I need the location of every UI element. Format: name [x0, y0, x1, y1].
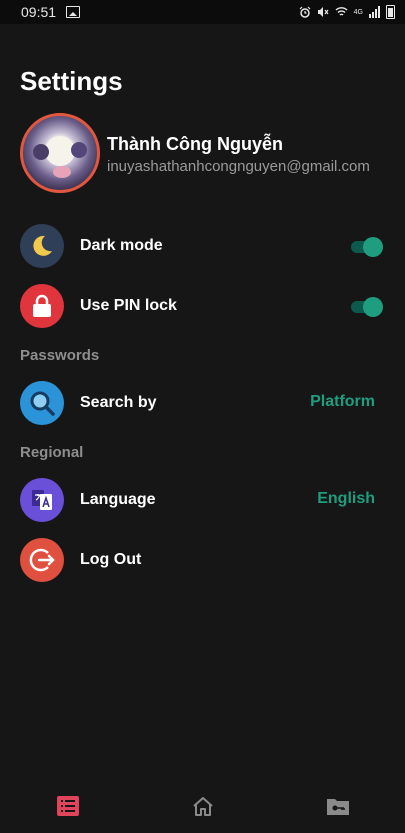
- pin-lock-label: Use PIN lock: [80, 297, 177, 314]
- home-icon: [193, 797, 213, 816]
- dark-mode-toggle[interactable]: [351, 236, 383, 257]
- language-label: Language: [80, 491, 156, 508]
- pin-lock-row[interactable]: Use PIN lock: [20, 284, 385, 330]
- wifi-icon: [335, 7, 348, 16]
- logout-label: Log Out: [80, 551, 142, 568]
- alarm-icon: [299, 6, 311, 18]
- profile-email: inuyashathanhcongnguyen@gmail.com: [107, 158, 370, 175]
- status-time: 09:51: [21, 4, 57, 20]
- language-row[interactable]: Language English: [20, 478, 385, 524]
- page-title: Settings: [20, 66, 123, 96]
- toggle-knob: [363, 297, 383, 317]
- avatar[interactable]: [20, 113, 100, 193]
- list-icon: [57, 796, 79, 816]
- search-by-row[interactable]: Search by Platform: [20, 381, 385, 427]
- moon-icon: [20, 224, 64, 268]
- dark-mode-row[interactable]: Dark mode: [20, 224, 385, 270]
- network-type: 4G: [353, 8, 363, 16]
- logout-icon: [20, 538, 64, 582]
- toggle-knob: [363, 237, 383, 257]
- signal-icon: [369, 6, 380, 18]
- search-by-label: Search by: [80, 394, 157, 411]
- language-value[interactable]: English: [317, 490, 375, 508]
- nav-vault-button[interactable]: [325, 793, 351, 819]
- lock-icon: [20, 284, 64, 328]
- bottom-nav: [0, 777, 405, 833]
- dark-mode-label: Dark mode: [80, 237, 163, 254]
- section-regional-title: Regional: [20, 444, 84, 461]
- folder-key-icon: [327, 799, 349, 815]
- gallery-icon: [66, 6, 80, 18]
- nav-list-button[interactable]: [55, 793, 81, 819]
- search-by-value[interactable]: Platform: [310, 393, 375, 411]
- nav-home-button[interactable]: [190, 793, 216, 819]
- logout-row[interactable]: Log Out: [20, 538, 385, 584]
- section-passwords-title: Passwords: [20, 347, 100, 364]
- profile-name: Thành Công Nguyễn: [107, 134, 283, 154]
- mute-icon: [317, 7, 329, 17]
- search-icon: [20, 381, 64, 425]
- pin-lock-toggle[interactable]: [351, 296, 383, 317]
- status-bar: 09:51 4G: [0, 0, 405, 24]
- translate-icon: [20, 478, 64, 522]
- battery-icon: [386, 5, 395, 19]
- status-icons: 4G: [299, 4, 395, 20]
